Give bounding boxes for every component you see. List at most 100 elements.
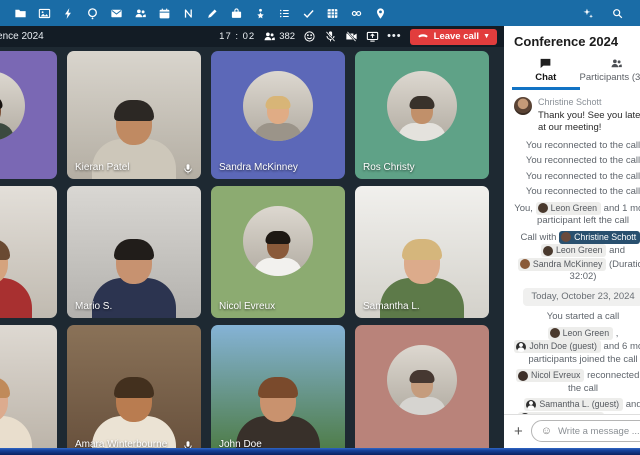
video-tile[interactable]: Kieran Patel	[67, 51, 201, 179]
mic-on-icon	[182, 162, 194, 174]
location-icon[interactable]	[374, 7, 387, 20]
participant-name: Kieran Patel	[75, 162, 130, 173]
star-user-icon[interactable]	[254, 7, 267, 20]
bolt-icon[interactable]	[62, 7, 75, 20]
pill-name: Leon Green	[550, 202, 598, 213]
video-tile[interactable]	[0, 325, 57, 448]
search-icon[interactable]	[611, 7, 624, 20]
participant-pill[interactable]: Leon Green	[541, 244, 607, 258]
mic-on-icon	[182, 439, 194, 448]
q-status-icon[interactable]	[86, 7, 99, 20]
table-icon[interactable]	[326, 7, 339, 20]
sparkles-icon[interactable]	[581, 7, 594, 20]
tab-chat[interactable]: Chat	[512, 56, 580, 90]
participant-name: Sandra McKinney	[219, 162, 298, 173]
pill-name: Nicol Evreux	[531, 370, 581, 381]
pill-name: Leon Green	[556, 245, 603, 256]
video-feed	[355, 186, 489, 318]
avatar	[243, 71, 313, 141]
add-attachment-button[interactable]: +	[512, 424, 525, 439]
participant-pill[interactable]: Sandra McKinney	[517, 257, 607, 271]
video-tile[interactable]: Ros Christy	[355, 51, 489, 179]
video-tile[interactable]: Sandra McKinney	[211, 51, 345, 179]
camera-off-icon[interactable]	[345, 30, 358, 43]
people-icon[interactable]	[134, 7, 147, 20]
system-message: You reconnected to the call	[525, 155, 640, 166]
guest-avatar-icon	[526, 399, 537, 410]
message-compose-bar: + ☺ Write a message ...	[504, 414, 640, 448]
guest-avatar-icon	[516, 341, 527, 352]
check-icon[interactable]	[302, 7, 315, 20]
avatar	[387, 345, 457, 415]
video-feed	[67, 325, 201, 448]
participant-pill[interactable]: Leon Green	[547, 326, 614, 340]
participant-pill[interactable]: Samantha L. (guest)	[524, 398, 624, 412]
participant-pill[interactable]: Christine Schott	[559, 230, 640, 244]
list-icon[interactable]	[278, 7, 291, 20]
briefcase-icon[interactable]	[230, 7, 243, 20]
video-tile[interactable]: John Doe	[211, 325, 345, 448]
video-tile[interactable]: Amara Winterbourne	[67, 325, 201, 448]
participant-name: Amara Winterbourne	[75, 439, 168, 448]
participant-pill[interactable]: Nicol Evreux	[516, 369, 585, 383]
participant-name: John Doe	[219, 439, 262, 448]
participant-name: Ros Christy	[363, 162, 415, 173]
video-tile[interactable]	[355, 325, 489, 448]
calendar-icon[interactable]	[158, 7, 171, 20]
leave-call-button[interactable]: Leave call ▼	[409, 28, 497, 45]
message-list: Christine Schott Thank you! See you later…	[514, 90, 640, 414]
system-message: You started a call	[546, 311, 620, 323]
video-tile[interactable]	[0, 51, 57, 179]
message-input-placeholder: Write a message ...	[558, 425, 640, 437]
avatar	[243, 206, 313, 276]
mic-off-icon[interactable]	[324, 30, 337, 43]
avatar	[549, 328, 560, 339]
toolbar-right-group	[581, 7, 624, 20]
participant-pill[interactable]: John Doe (guest)	[514, 340, 601, 354]
message-author: Christine Schott	[538, 97, 602, 107]
system-message: You, Leon Green and 1 more participant l…	[514, 201, 640, 227]
system-message: You reconnected to the call	[525, 186, 640, 197]
video-stage: Kieran Patel Sandra McKinney Ros Christy Ma…	[0, 47, 504, 448]
video-feed	[0, 325, 57, 448]
system-message: Leon Green , John Doe (guest) and 6 more…	[514, 326, 640, 367]
avatar	[561, 232, 572, 243]
pill-name: Samantha L. (guest)	[539, 399, 620, 410]
participant-name: Mario S.	[75, 301, 113, 312]
system-message: You reconnected to the call	[525, 170, 640, 182]
leave-call-label: Leave call	[433, 31, 480, 42]
link-icon[interactable]	[350, 7, 363, 20]
system-message: Call with Christine Schott , Leon Green …	[514, 230, 640, 284]
video-feed	[67, 186, 201, 318]
video-tile[interactable]: Mario S.	[67, 186, 201, 318]
mail-icon[interactable]	[110, 7, 123, 20]
avatar	[543, 245, 554, 256]
system-message: Samantha L. (guest) and Jane Doe (guest)…	[514, 398, 640, 414]
call-title: Conference 2024	[0, 31, 44, 42]
video-feed	[67, 51, 201, 179]
tab-participants[interactable]: Participants (382)	[580, 56, 640, 90]
participant-name: Nicol Evreux	[219, 301, 276, 312]
participants-icon[interactable]	[263, 30, 276, 43]
video-tile[interactable]	[0, 186, 57, 318]
system-message: You reconnected to the call	[525, 139, 640, 151]
avatar	[537, 203, 548, 213]
tab-label: Participants (382)	[579, 72, 640, 83]
pill-name: Sandra McKinney	[532, 258, 603, 269]
pen-icon[interactable]	[206, 7, 219, 20]
message-input[interactable]: ☺ Write a message ...	[530, 420, 640, 442]
more-options-icon[interactable]: •••	[387, 31, 402, 42]
participant-pill[interactable]: Leon Green	[535, 201, 602, 215]
folder-icon[interactable]	[14, 7, 27, 20]
participants-icon	[610, 57, 623, 70]
share-screen-icon[interactable]	[366, 30, 379, 43]
avatar	[387, 71, 457, 141]
activity-icon[interactable]	[182, 7, 195, 20]
image-icon[interactable]	[38, 7, 51, 20]
emoji-picker-icon[interactable]: ☺	[541, 425, 552, 437]
reactions-icon[interactable]	[303, 30, 316, 43]
video-tile[interactable]: Samantha L.	[355, 186, 489, 318]
video-feed	[0, 186, 57, 318]
video-tile[interactable]: Nicol Evreux	[211, 186, 345, 318]
chat-tabs: Chat Participants (382)	[512, 56, 640, 90]
